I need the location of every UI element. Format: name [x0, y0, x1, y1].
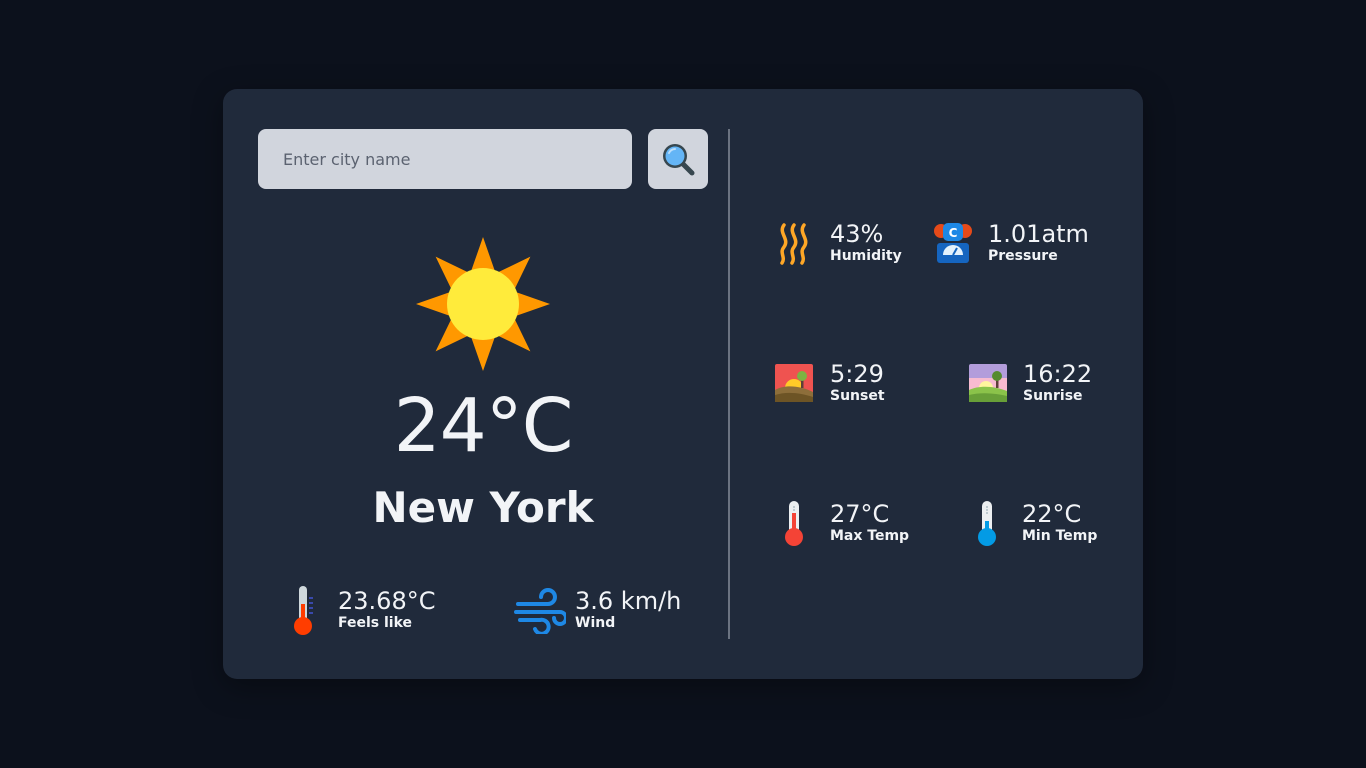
thermometer-cold-icon — [978, 501, 996, 546]
pressure-value: 1.01atm — [988, 220, 1089, 249]
max-temp-stat: 27°C Max Temp — [775, 497, 909, 549]
sun-icon — [416, 237, 550, 371]
feels-like-value: 23.68°C — [338, 587, 436, 616]
search-icon — [663, 144, 695, 176]
max-temp-label: Max Temp — [830, 527, 910, 544]
min-temp-label: Min Temp — [1022, 527, 1098, 544]
svg-text:C: C — [949, 226, 958, 240]
pressure-icon: C — [934, 223, 972, 263]
current-temperature: 24°C — [393, 383, 574, 469]
feels-like-stat: 23.68°C Feels like — [288, 584, 435, 636]
feels-like-label: Feels like — [338, 614, 413, 631]
wind-stat: 3.6 km/h Wind — [513, 584, 681, 636]
weather-card: 24°C New York 23.68°C Feels like — [223, 89, 1143, 679]
pressure-stat: C 1.01atm Pressure — [933, 217, 1089, 269]
humidity-value: 43% — [830, 220, 884, 249]
max-temp-value: 27°C — [830, 500, 890, 529]
thermometer-hot-icon — [785, 501, 803, 546]
wind-icon — [514, 588, 566, 634]
min-temp-stat: 22°C Min Temp — [967, 497, 1097, 549]
pressure-label: Pressure — [988, 247, 1058, 264]
sunrise-label: Sunrise — [1023, 387, 1083, 404]
sunset-icon — [775, 364, 813, 402]
sunset-label: Sunset — [830, 387, 885, 404]
min-temp-value: 22°C — [1022, 500, 1082, 529]
sunset-stat: 5:29 Sunset — [775, 357, 885, 409]
sunrise-stat: 16:22 Sunrise — [968, 357, 1092, 409]
sunrise-value: 16:22 — [1023, 360, 1093, 389]
sunrise-icon — [969, 364, 1007, 402]
search-button[interactable] — [648, 129, 708, 189]
humidity-label: Humidity — [830, 247, 902, 264]
city-search-input[interactable] — [258, 129, 632, 189]
sunset-value: 5:29 — [830, 360, 884, 389]
thermometer-icon — [294, 586, 313, 635]
city-name: New York — [372, 483, 594, 532]
wind-label: Wind — [575, 614, 616, 631]
humidity-icon — [780, 223, 808, 265]
divider — [728, 129, 730, 639]
humidity-stat: 43% Humidity — [775, 217, 902, 269]
wind-value: 3.6 km/h — [575, 587, 682, 616]
